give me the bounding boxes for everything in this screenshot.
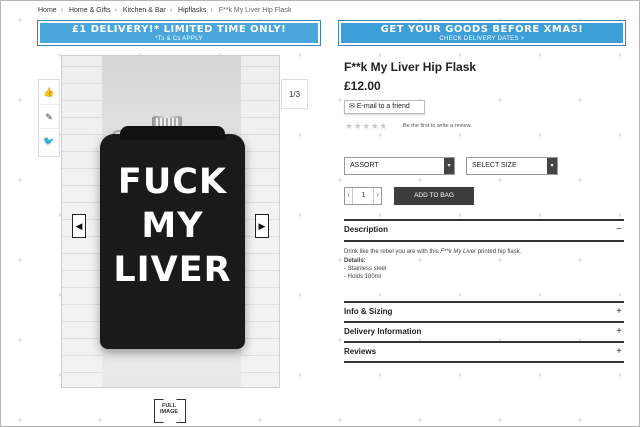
delivery-promo-title: £1 DELIVERY!* LIMITED TIME ONLY! [71, 24, 287, 35]
thumbs-up-icon[interactable]: 👍 [39, 80, 59, 104]
breadcrumb-home-gifts[interactable]: Home & Gifts [69, 7, 111, 14]
breadcrumb-separator: › [60, 7, 64, 14]
flask-shoulder [120, 126, 225, 140]
twitter-icon[interactable]: 🐦 [39, 128, 59, 152]
breadcrumb-current: F**k My Liver Hip Flask [218, 7, 292, 14]
flask-print-line: MY [141, 206, 204, 246]
detail-item: - Holds 180ml [344, 274, 382, 280]
envelope-icon: ✉ [349, 103, 355, 110]
divider [344, 321, 624, 323]
flask-print-line: FUCK [117, 162, 228, 202]
chevron-left-icon: ◀ [75, 221, 83, 231]
colour-select-value: ASSORT [350, 162, 379, 169]
quantity-decrease-button[interactable]: ‹ [345, 188, 353, 204]
breadcrumb-home[interactable]: Home [38, 7, 57, 14]
divider [344, 341, 624, 343]
product-title: F**k My Liver Hip Flask [344, 60, 477, 74]
expand-icon[interactable]: + [616, 346, 622, 357]
xmas-delivery-banner[interactable]: GET YOUR GOODS BEFORE XMAS! CHECK DELIVE… [338, 20, 626, 46]
flask-print: FUCK MY LIVER [100, 160, 245, 292]
chevron-down-icon: ▾ [547, 158, 557, 174]
chevron-right-icon: ▶ [258, 221, 266, 231]
check-delivery-dates-link[interactable]: CHECK DELIVERY DATES > [341, 36, 623, 43]
share-bar: 👍 ✎ 🐦 [38, 79, 60, 157]
quantity-value[interactable]: 1 [354, 188, 373, 204]
email-friend-button[interactable]: ✉ E-mail to a friend [344, 100, 425, 114]
divider [344, 240, 624, 242]
breadcrumb-kitchen-bar[interactable]: Kitchen & Bar [123, 7, 166, 14]
quantity-stepper[interactable]: ‹ 1 › [344, 187, 382, 205]
breadcrumb-separator: › [210, 7, 213, 14]
description-body: Drink like the rebel you are with this F… [344, 248, 624, 281]
rating-stars: ★★★★★ [345, 121, 388, 131]
quantity-increase-button[interactable]: › [373, 188, 381, 204]
reviews-section-header[interactable]: Reviews + [344, 346, 624, 361]
expand-icon[interactable]: + [616, 326, 622, 337]
description-text: Drink like the rebel you are with this F… [344, 249, 522, 255]
details-label: Details: [344, 258, 366, 264]
divider [344, 301, 624, 303]
description-title: Description [344, 225, 389, 234]
full-image-button[interactable]: FULL IMAGE [154, 399, 184, 421]
size-select[interactable]: SELECT SIZE ▾ [466, 157, 558, 175]
image-counter: 1/3 [281, 79, 308, 109]
delivery-info-section-header[interactable]: Delivery Information + [344, 326, 624, 341]
breadcrumb-separator: › [169, 7, 173, 14]
flask-body: FUCK MY LIVER [100, 126, 245, 349]
next-image-button[interactable]: ▶ [255, 214, 269, 238]
email-friend-label: E-mail to a friend [356, 103, 410, 110]
divider [344, 219, 624, 221]
breadcrumb-hipflasks[interactable]: Hipflasks [178, 7, 206, 14]
delivery-info-title: Delivery Information [344, 327, 422, 336]
size-select-value: SELECT SIZE [472, 162, 517, 169]
reviews-title: Reviews [344, 347, 377, 356]
info-sizing-title: Info & Sizing [344, 307, 393, 316]
delivery-promo-terms: *Ts & Cs APPLY [155, 36, 203, 42]
collapse-icon[interactable]: − [616, 224, 622, 235]
flask-print-line: LIVER [113, 250, 232, 290]
breadcrumb: Home › Home & Gifts › Kitchen & Bar › Hipfl… [38, 7, 295, 14]
breadcrumb-separator: › [114, 7, 117, 14]
info-sizing-section-header[interactable]: Info & Sizing + [344, 306, 624, 321]
description-section-header[interactable]: Description − [344, 224, 624, 239]
expand-icon[interactable]: + [616, 306, 622, 317]
add-to-bag-button[interactable]: ADD TO BAG [394, 187, 474, 205]
divider [344, 361, 624, 363]
colour-select[interactable]: ASSORT ▾ [344, 157, 455, 175]
chevron-down-icon: ▾ [444, 158, 454, 174]
xmas-delivery-title: GET YOUR GOODS BEFORE XMAS! [380, 24, 584, 35]
pin-icon[interactable]: ✎ [39, 104, 59, 128]
prev-image-button[interactable]: ◀ [72, 214, 86, 238]
write-review-link[interactable]: Be the first to write a review. [403, 123, 472, 129]
delivery-promo-banner[interactable]: £1 DELIVERY!* LIMITED TIME ONLY! *Ts & C… [37, 20, 321, 46]
product-price: £12.00 [344, 79, 381, 93]
product-image[interactable]: FUCK MY LIVER [61, 55, 280, 388]
detail-item: - Stainless steel [344, 266, 387, 272]
